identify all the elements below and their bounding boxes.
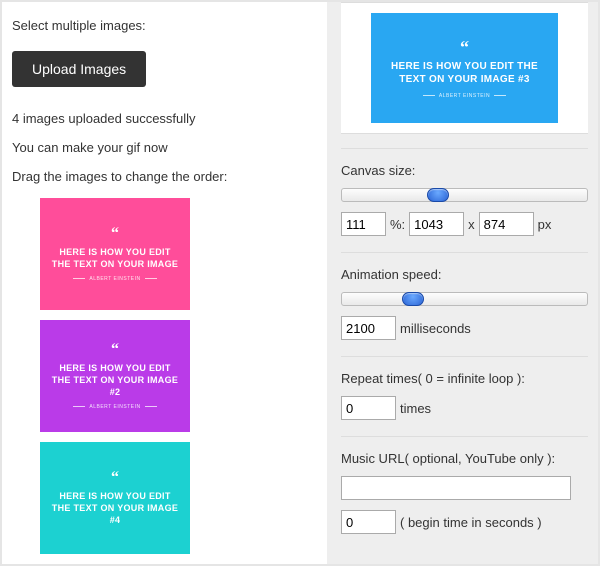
preview-image: “ HERE IS HOW YOU EDIT THE TEXT ON YOUR … xyxy=(371,13,558,123)
animation-speed-input[interactable] xyxy=(341,316,396,340)
select-images-label: Select multiple images: xyxy=(12,18,317,33)
times-label: times xyxy=(400,401,431,416)
music-begin-time-input[interactable] xyxy=(341,510,396,534)
music-url-input[interactable] xyxy=(341,476,571,500)
animation-speed-label: Animation speed: xyxy=(341,267,588,282)
milliseconds-label: milliseconds xyxy=(400,321,471,336)
quote-icon: “ xyxy=(51,470,179,486)
canvas-size-section: Canvas size: %: x px xyxy=(341,148,588,252)
dim-separator: x xyxy=(468,217,475,232)
quote-icon: “ xyxy=(390,38,540,56)
ready-msg: You can make your gif now xyxy=(12,140,317,155)
music-section: Music URL( optional, YouTube only ): ( b… xyxy=(341,436,588,550)
upload-success-msg: 4 images uploaded successfully xyxy=(12,111,317,126)
quote-icon: “ xyxy=(51,342,179,358)
thumbnail-item[interactable]: “ HERE IS HOW YOU EDIT THE TEXT ON YOUR … xyxy=(40,320,190,432)
left-panel: Select multiple images: Upload Images 4 … xyxy=(2,2,327,564)
thumbnail-content: “ HERE IS HOW YOU EDIT THE TEXT ON YOUR … xyxy=(51,226,179,282)
animation-speed-slider[interactable] xyxy=(341,292,588,306)
preview-box: “ HERE IS HOW YOU EDIT THE TEXT ON YOUR … xyxy=(341,2,588,134)
thumbnail-list: “ HERE IS HOW YOU EDIT THE TEXT ON YOUR … xyxy=(12,198,317,554)
thumbnail-item[interactable]: “ HERE IS HOW YOU EDIT THE TEXT ON YOUR … xyxy=(40,442,190,554)
settings-panel: “ HERE IS HOW YOU EDIT THE TEXT ON YOUR … xyxy=(327,2,598,564)
canvas-size-slider[interactable] xyxy=(341,188,588,202)
thumbnail-text: HERE IS HOW YOU EDIT THE TEXT ON YOUR IM… xyxy=(51,490,179,526)
canvas-size-label: Canvas size: xyxy=(341,163,588,178)
begin-time-label: ( begin time in seconds ) xyxy=(400,515,542,530)
thumbnail-text: HERE IS HOW YOU EDIT THE TEXT ON YOUR IM… xyxy=(51,362,179,398)
thumbnail-content: “ HERE IS HOW YOU EDIT THE TEXT ON YOUR … xyxy=(51,470,179,526)
repeat-section: Repeat times( 0 = infinite loop ): times xyxy=(341,356,588,436)
preview-attribution: ALBERT EINSTEIN xyxy=(390,93,540,99)
px-label: px xyxy=(538,217,552,232)
thumbnail-attribution: ALBERT EINSTEIN xyxy=(51,276,179,282)
animation-speed-section: Animation speed: milliseconds xyxy=(341,252,588,356)
thumbnail-text: HERE IS HOW YOU EDIT THE TEXT ON YOUR IM… xyxy=(51,246,179,270)
preview-text: HERE IS HOW YOU EDIT THE TEXT ON YOUR IM… xyxy=(390,60,540,87)
drag-instruction: Drag the images to change the order: xyxy=(12,169,317,184)
slider-thumb[interactable] xyxy=(402,292,424,306)
thumbnail-content: “ HERE IS HOW YOU EDIT THE TEXT ON YOUR … xyxy=(51,342,179,410)
slider-thumb[interactable] xyxy=(427,188,449,202)
music-url-label: Music URL( optional, YouTube only ): xyxy=(341,451,588,466)
repeat-times-input[interactable] xyxy=(341,396,396,420)
percent-suffix: %: xyxy=(390,217,405,232)
repeat-label: Repeat times( 0 = infinite loop ): xyxy=(341,371,588,386)
preview-content: “ HERE IS HOW YOU EDIT THE TEXT ON YOUR … xyxy=(390,38,540,99)
canvas-height-input[interactable] xyxy=(479,212,534,236)
upload-images-button[interactable]: Upload Images xyxy=(12,51,146,87)
canvas-percent-input[interactable] xyxy=(341,212,386,236)
thumbnail-item[interactable]: “ HERE IS HOW YOU EDIT THE TEXT ON YOUR … xyxy=(40,198,190,310)
thumbnail-attribution: ALBERT EINSTEIN xyxy=(51,404,179,410)
canvas-width-input[interactable] xyxy=(409,212,464,236)
quote-icon: “ xyxy=(51,226,179,242)
